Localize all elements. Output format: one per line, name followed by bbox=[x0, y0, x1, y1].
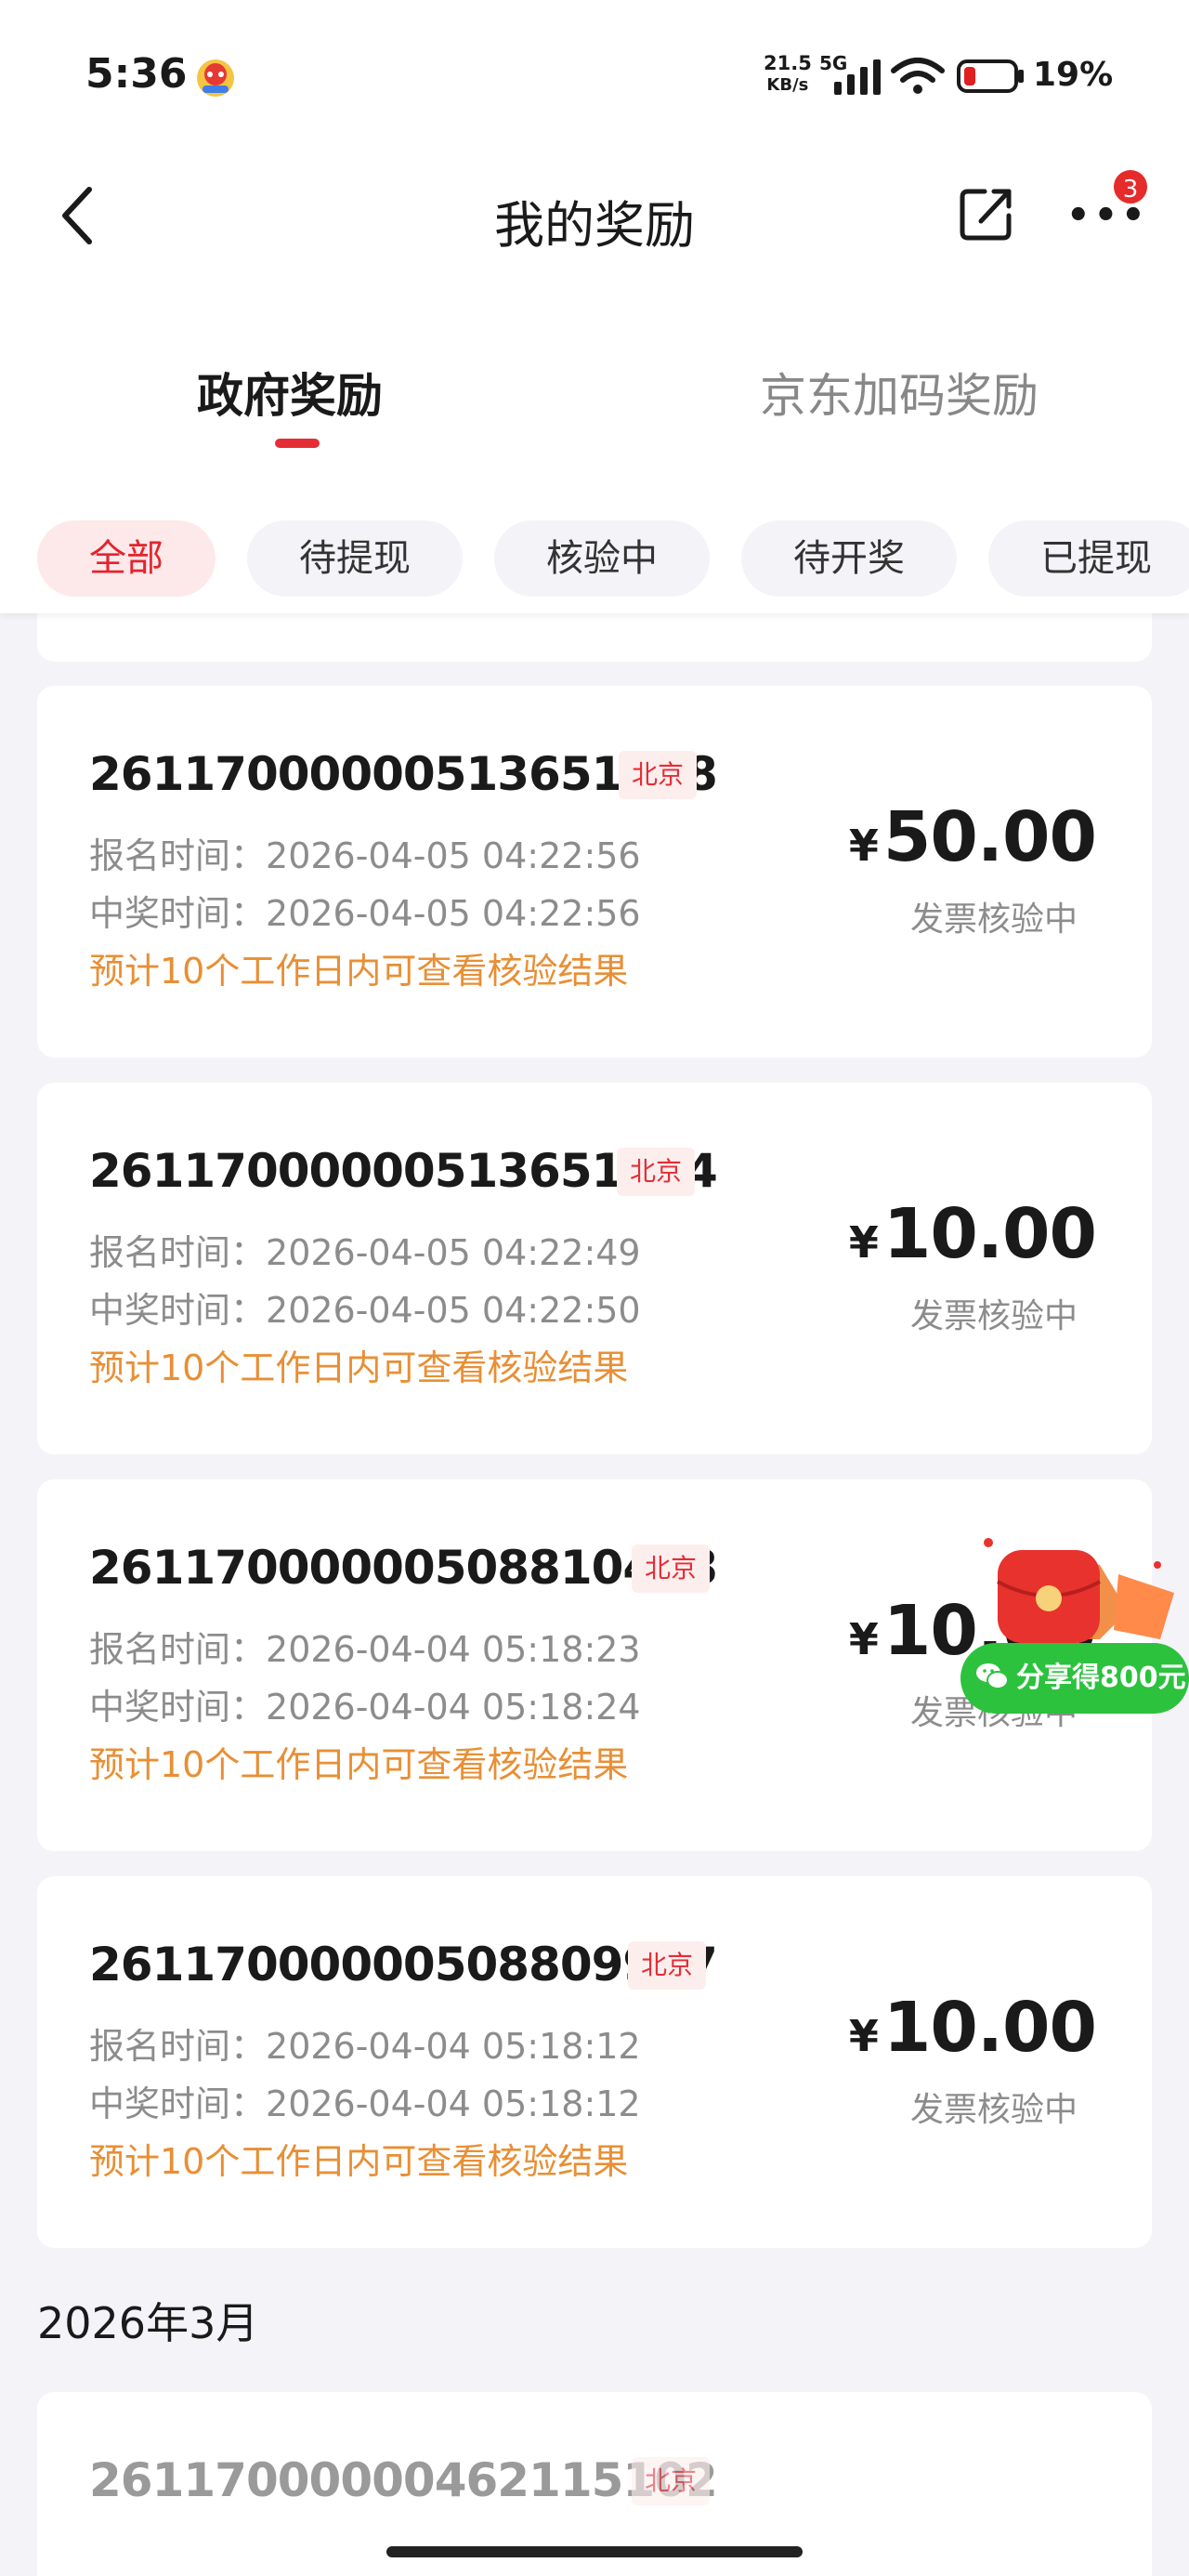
red-envelope-icon[interactable] bbox=[960, 1537, 1189, 1649]
share-earn-label: 分享得800元 bbox=[1016, 1662, 1186, 1694]
city-badge: 北京 bbox=[619, 751, 698, 799]
signal-icon bbox=[834, 59, 881, 95]
win-time: 中奖时间：2026-04-05 04:22:56 bbox=[89, 893, 641, 934]
more-options-icon[interactable]: ••• bbox=[1066, 197, 1149, 234]
filter-all[interactable]: 全部 bbox=[37, 520, 216, 597]
app-notification-icon bbox=[197, 59, 234, 97]
filter-verifying[interactable]: 核验中 bbox=[494, 520, 710, 597]
battery-percent: 19% bbox=[1033, 56, 1114, 94]
win-time: 中奖时间：2026-04-04 05:18:24 bbox=[89, 1687, 641, 1728]
reward-amount: ¥10.00 bbox=[848, 1194, 1097, 1274]
status-bar: 5:36 21.5 KB/s 5G 19% bbox=[0, 0, 1189, 139]
share-icon[interactable] bbox=[959, 184, 1016, 243]
notification-badge: 3 bbox=[1111, 167, 1150, 206]
verify-note: 预计10个工作日内可查看核验结果 bbox=[89, 2141, 629, 2182]
reward-id: 26117000000462115102 bbox=[89, 2453, 718, 2507]
city-badge: 北京 bbox=[617, 1148, 696, 1196]
reward-id: 26117000000508810468 bbox=[89, 1541, 718, 1595]
signup-time: 报名时间：2026-04-05 04:22:56 bbox=[89, 835, 641, 876]
reward-status: 发票核验中 bbox=[909, 1297, 1078, 1335]
signup-time: 报名时间：2026-04-04 05:18:23 bbox=[89, 1629, 641, 1670]
verify-note: 预计10个工作日内可查看核验结果 bbox=[89, 1347, 629, 1388]
reward-amount: ¥50.00 bbox=[848, 797, 1097, 877]
reward-amount: ¥10.00 bbox=[848, 1988, 1097, 2068]
city-badge: 北京 bbox=[628, 1941, 707, 1990]
net-speed: 21.5 KB/s bbox=[764, 52, 812, 95]
share-earn-button[interactable]: 分享得800元 bbox=[960, 1643, 1189, 1714]
reward-status: 发票核验中 bbox=[909, 900, 1078, 939]
reward-card[interactable]: 26117000000513651714 北京 报名时间：2026-04-05 … bbox=[37, 1083, 1152, 1454]
reward-id: 26117000000508809917 bbox=[89, 1938, 718, 1991]
win-time: 中奖时间：2026-04-05 04:22:50 bbox=[89, 1290, 641, 1331]
month-header: 2026年3月 bbox=[37, 2298, 259, 2348]
wechat-icon bbox=[976, 1663, 1009, 1689]
signup-time: 报名时间：2026-04-04 05:18:12 bbox=[89, 2026, 641, 2067]
verify-note: 预计10个工作日内可查看核验结果 bbox=[89, 951, 629, 992]
home-indicator[interactable] bbox=[386, 2546, 803, 2557]
filter-pending-withdraw[interactable]: 待提现 bbox=[247, 520, 463, 597]
active-tab-indicator bbox=[275, 439, 320, 448]
battery-icon bbox=[957, 59, 1024, 93]
tab-jd-bonus-reward[interactable]: 京东加码奖励 bbox=[760, 359, 1039, 426]
nav-bar: 我的奖励 ••• 3 bbox=[0, 139, 1189, 297]
win-time: 中奖时间：2026-04-04 05:18:12 bbox=[89, 2083, 641, 2124]
reward-tabs: 政府奖励 京东加码奖励 bbox=[0, 297, 1189, 483]
filter-withdrawn[interactable]: 已提现 bbox=[988, 520, 1189, 597]
filter-pending-draw[interactable]: 待开奖 bbox=[741, 520, 957, 597]
wifi-icon bbox=[891, 58, 945, 94]
verify-note: 预计10个工作日内可查看核验结果 bbox=[89, 1744, 629, 1785]
city-badge: 北京 bbox=[632, 1544, 711, 1593]
filter-bar: 全部 待提现 核验中 待开奖 已提现 bbox=[0, 483, 1189, 613]
city-badge: 北京 bbox=[632, 2457, 711, 2505]
reward-status: 发票核验中 bbox=[909, 2091, 1078, 2129]
reward-card[interactable]: 26117000000513651418 北京 报名时间：2026-04-05 … bbox=[37, 686, 1152, 1058]
signup-time: 报名时间：2026-04-05 04:22:49 bbox=[89, 1232, 641, 1273]
reward-card[interactable]: 26117000000508809917 北京 报名时间：2026-04-04 … bbox=[37, 1876, 1152, 2248]
status-time: 5:36 bbox=[85, 50, 188, 98]
tab-government-reward[interactable]: 政府奖励 bbox=[197, 359, 383, 426]
